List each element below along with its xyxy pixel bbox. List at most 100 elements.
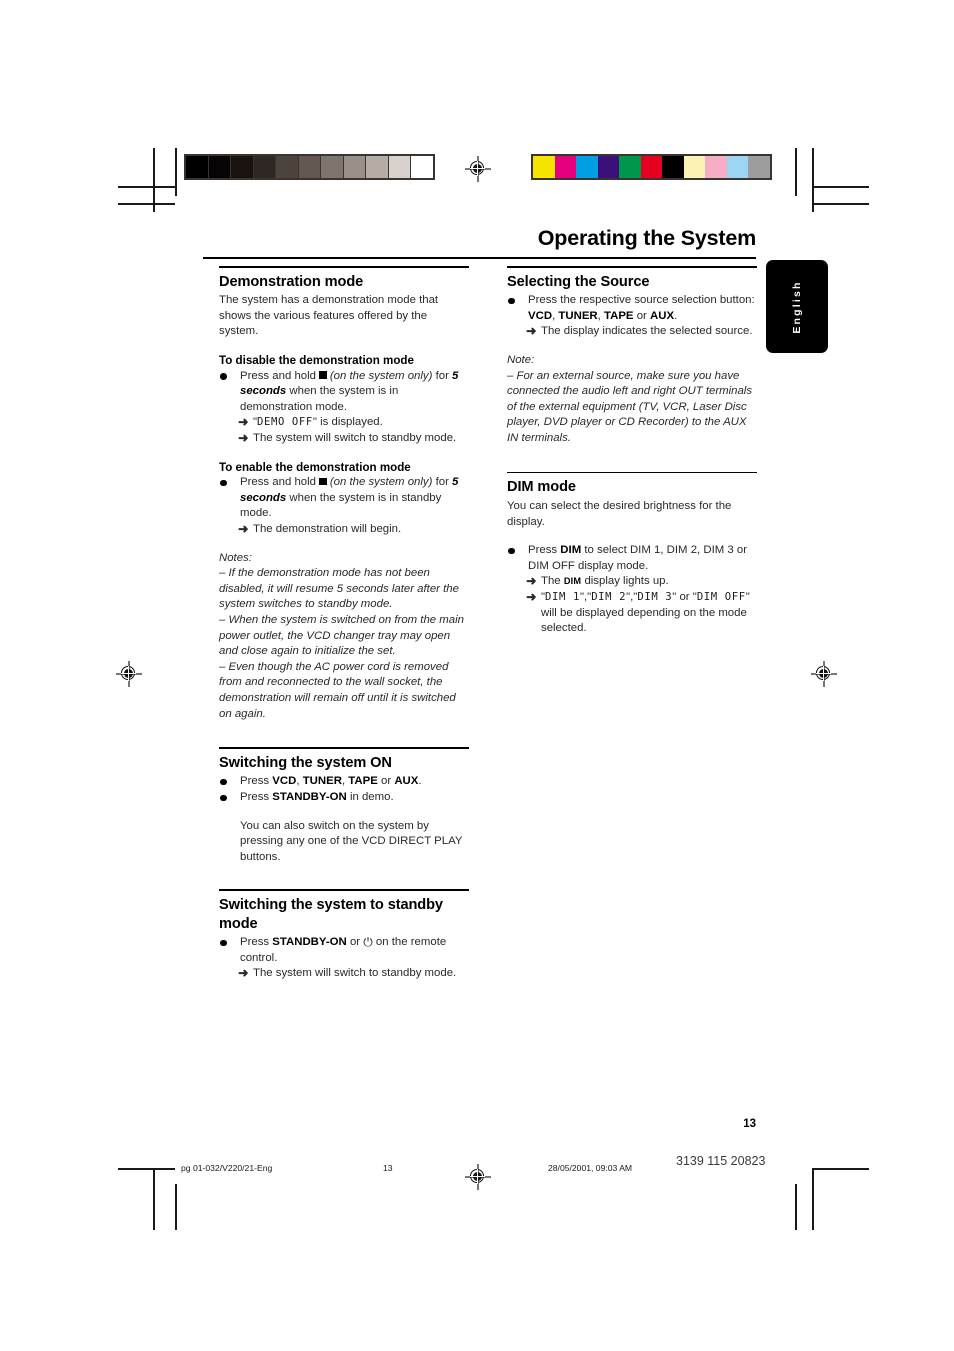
arrow-icon: ➜ [526, 589, 537, 604]
subtitle-enable-demo: To enable the demonstration mode [219, 460, 411, 474]
extra-info-text: You can also switch on the system by pre… [240, 819, 463, 863]
button-vcd: VCD [272, 775, 297, 788]
page-title: Operating the System [537, 226, 756, 250]
result-text: is displayed. [320, 416, 383, 429]
instruction-press-standby-demo: Press STANDBY-ON in demo. [219, 790, 469, 806]
calibration-swatch [186, 156, 209, 178]
calibration-swatch [683, 156, 705, 178]
extra-info-block: You can also switch on the system by pre… [219, 819, 469, 866]
registration-target-left [116, 661, 142, 687]
right-column: Selecting the Source Press the respectiv… [507, 266, 757, 637]
instruction-text: Press DIM to select DIM 1, DIM 2, DIM 3 … [528, 543, 757, 574]
instruction-text: Press VCD, TUNER, TAPE or AUX. [240, 775, 422, 788]
press-hold-text: Press and hold [240, 476, 316, 489]
or-text: or [636, 309, 647, 322]
button-dim: DIM [560, 544, 582, 557]
note-item: – Even though the AC power cord is remov… [219, 660, 456, 720]
arrow-icon: ➜ [238, 431, 249, 446]
button-tape: TAPE [348, 775, 378, 788]
language-tab-label: English [791, 279, 803, 334]
calibration-swatch [276, 156, 299, 178]
registration-dot [816, 666, 831, 681]
lcd-readout-dim-2: DIM 2 [591, 590, 627, 603]
registration-target-top [465, 156, 491, 182]
section-divider [219, 747, 469, 749]
section-title-dim-mode: DIM mode [507, 479, 576, 496]
result-line-dim-lights: ➜ The DIM display lights up. [526, 574, 757, 590]
calibration-swatch [705, 156, 727, 178]
instruction-text: Press and hold (on the system only) for … [240, 369, 469, 416]
document-page: Operating the System English Demonstrati… [0, 0, 954, 1351]
section-title-demonstration-mode: Demonstration mode [219, 273, 364, 290]
page-number: 13 [743, 1118, 756, 1130]
bullet-icon [220, 778, 227, 786]
result-text: The display indicates the selected sourc… [541, 325, 753, 338]
press-text: Press [528, 544, 558, 557]
button-vcd: VCD [528, 309, 553, 322]
crop-mark-bottom-left-vertical [153, 1168, 155, 1230]
calibration-swatch [298, 156, 321, 178]
instruction-press-standby: Press STANDBY-ON or ⏻ on the remote cont… [219, 935, 469, 982]
crop-mark-top-left-vertical-inner [175, 148, 177, 196]
the-text: The [541, 575, 561, 588]
calibration-swatch [321, 156, 344, 178]
crop-mark-top-left-horizontal [118, 186, 175, 188]
displayed-text: will be displayed depending on the mode … [541, 606, 747, 635]
calibration-swatch [208, 156, 231, 178]
footer-filename: pg 01-032/V220/21-Eng [181, 1163, 273, 1173]
calibration-swatch [597, 156, 619, 178]
registration-dot [121, 666, 136, 681]
instruction-enable-demo: Press and hold (on the system only) for … [219, 475, 469, 537]
calibration-swatch [366, 156, 389, 178]
bullet-icon [220, 479, 227, 487]
crop-mark-bottom-right-horizontal [812, 1168, 869, 1170]
arrow-icon: ➜ [526, 574, 537, 589]
title-divider [203, 257, 756, 260]
bullet-icon [508, 297, 515, 305]
arrow-icon: ➜ [238, 415, 249, 430]
crop-mark-top-right-horizontal [812, 186, 869, 188]
instruction-text: Press the respective source selection bu… [528, 294, 755, 322]
dim-indicator-label: DIM [563, 576, 582, 587]
calibration-swatch [662, 156, 684, 178]
crop-mark-top-left-horizontal-outer [118, 203, 175, 205]
language-tab: English [766, 260, 828, 353]
button-aux: AUX [650, 309, 675, 322]
note-item: – If the demonstration mode has not been… [219, 567, 459, 611]
arrow-icon: ➜ [238, 522, 249, 537]
note-label: Note: [507, 354, 535, 367]
grayscale-calibration-bar [184, 154, 435, 180]
result-line-display-source: ➜ The display indicates the selected sour… [526, 324, 757, 340]
result-line-dim-readouts: ➜ "DIM 1","DIM 2","DIM 3" or "DIM OFF" wi… [526, 589, 750, 635]
calibration-swatch [726, 156, 748, 178]
result-text: The system will switch to standby mode. [253, 432, 457, 445]
lcd-readout-dim-3: DIM 3 [637, 590, 673, 603]
calibration-swatch [231, 156, 254, 178]
for-text: for [435, 476, 449, 489]
or-text: or [679, 590, 690, 603]
crop-mark-bottom-right-vertical-inner [795, 1184, 797, 1230]
crop-mark-top-right-horizontal-outer [812, 203, 869, 205]
section-divider [507, 266, 757, 268]
footer-page-number: 13 [383, 1163, 393, 1173]
button-aux: AUX [394, 775, 419, 788]
section-title-switching-on: Switching the system ON [219, 754, 392, 771]
stop-square-icon [319, 477, 327, 486]
notes-label: Notes: [219, 551, 252, 564]
registration-dot [470, 1169, 485, 1184]
crop-mark-bottom-left-vertical-inner [175, 1184, 177, 1230]
instruction-text: Press and hold (on the system only) for … [240, 475, 469, 522]
color-calibration-bar [531, 154, 772, 180]
standby-power-icon: ⏻ [363, 935, 373, 950]
calibration-swatch [388, 156, 411, 178]
lcd-readout-dim-1: DIM 1 [545, 590, 580, 603]
dim-mode-intro: You can select the desired brightness fo… [507, 499, 732, 528]
calibration-swatch [533, 156, 555, 178]
instruction-text: Press STANDBY-ON or ⏻ on the remote cont… [240, 935, 469, 966]
calibration-swatch [343, 156, 366, 178]
left-column: Demonstration mode The system has a demo… [219, 266, 469, 982]
calibration-swatch [640, 156, 662, 178]
instruction-select-source: Press the respective source selection bu… [507, 293, 757, 340]
button-standby-on: STANDBY-ON [272, 936, 347, 949]
instruction-text: Press STANDBY-ON in demo. [240, 790, 469, 806]
